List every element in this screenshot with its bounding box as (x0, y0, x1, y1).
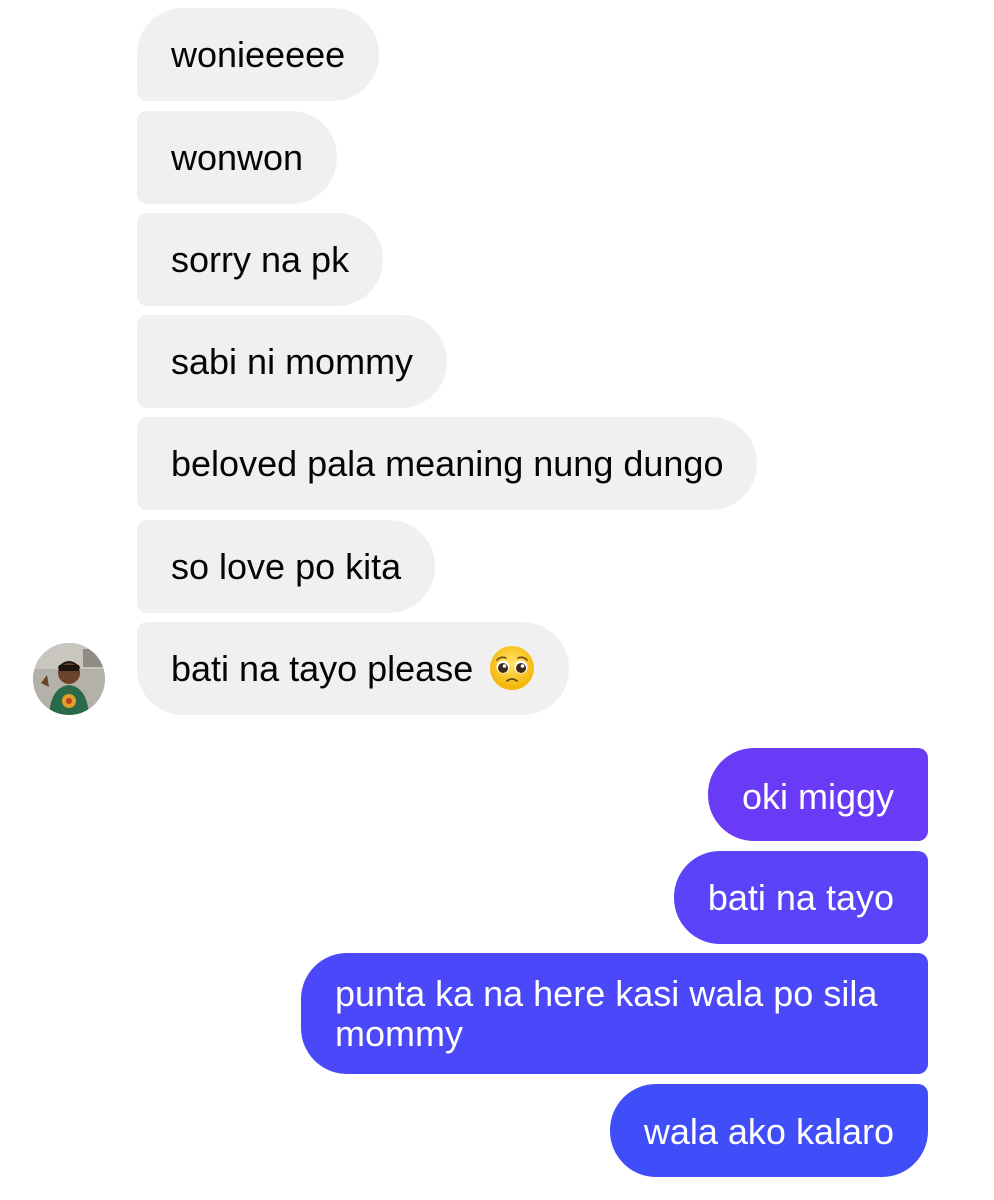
incoming-message[interactable]: beloved pala meaning nung dungo (137, 417, 758, 510)
outgoing-message[interactable]: bati na tayo (673, 851, 928, 944)
message-text: oki miggy (741, 776, 894, 817)
outgoing-message[interactable]: punta ka na here kasi wala po sila mommy (301, 953, 928, 1074)
message-text: bati na tayo (707, 877, 894, 918)
message-text: sorry na pk (171, 239, 350, 280)
message-text: wala ako kalaro (643, 1111, 894, 1152)
incoming-message[interactable]: wonieeeee (137, 8, 380, 101)
incoming-message[interactable]: wonwon (137, 111, 338, 204)
pleading-face-emoji (490, 646, 535, 691)
contact-avatar[interactable] (33, 643, 105, 715)
message-text: bati na tayo please (171, 648, 474, 689)
message-text: wonwon (171, 137, 304, 178)
message-text: so love po kita (171, 546, 402, 587)
incoming-message[interactable]: sorry na pk (137, 213, 384, 306)
message-text: wonieeeee (171, 34, 346, 75)
message-text: sabi ni mommy (171, 341, 414, 382)
message-thread: wonieeeee wonwon sorry na pk sabi ni mom… (0, 0, 994, 1200)
outgoing-message[interactable]: oki miggy (707, 748, 928, 841)
avatar-photo (33, 643, 105, 715)
incoming-message[interactable]: bati na tayo please (137, 622, 570, 715)
incoming-message[interactable]: so love po kita (137, 520, 436, 613)
incoming-message[interactable]: sabi ni mommy (137, 315, 448, 408)
message-text: beloved pala meaning nung dungo (171, 443, 724, 484)
outgoing-message[interactable]: wala ako kalaro (609, 1084, 928, 1177)
message-text: punta ka na here kasi wala po sila mommy (335, 973, 878, 1054)
